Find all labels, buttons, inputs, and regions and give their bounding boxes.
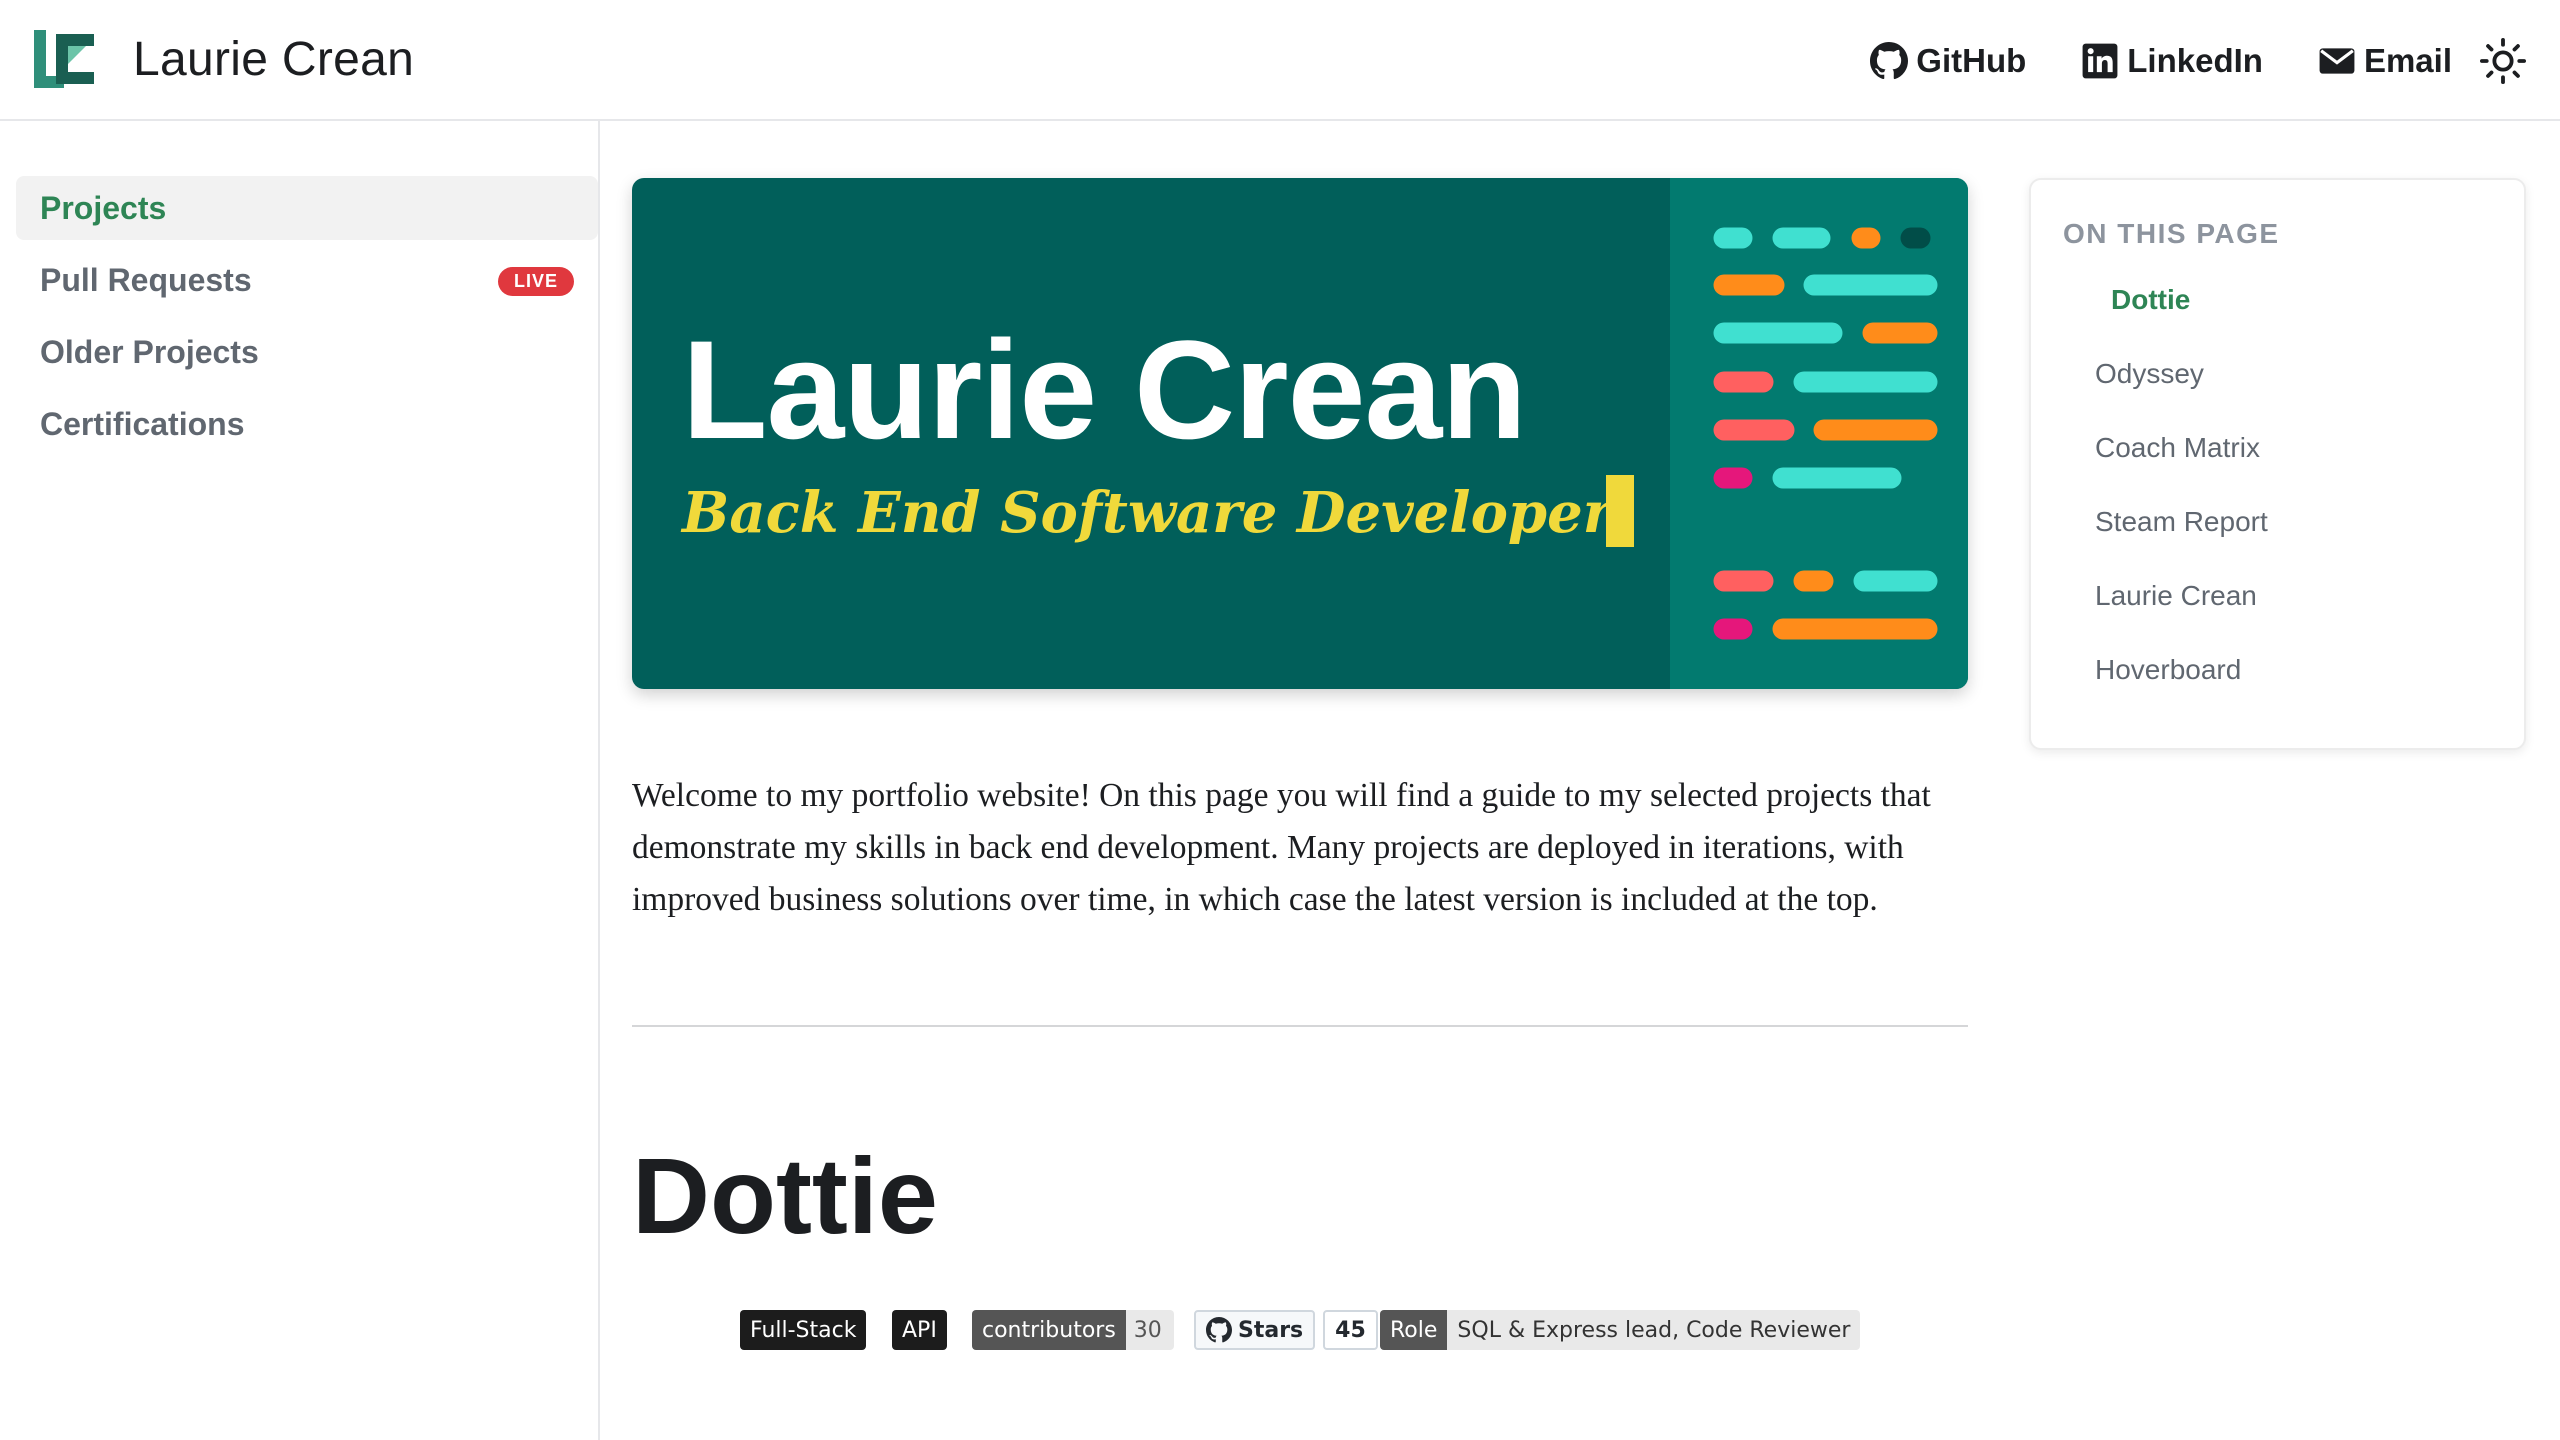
hero-role-text: Back End Software Developer xyxy=(682,480,1613,546)
contributors-count: 30 xyxy=(1125,1310,1174,1350)
linkedin-icon xyxy=(2082,43,2118,78)
badge-full-stack-label: Full-Stack xyxy=(740,1310,867,1350)
toc-item-steam-report[interactable]: Steam Report xyxy=(2095,506,2268,538)
stars-count: 45 xyxy=(1323,1310,1378,1350)
code-lines-illustration xyxy=(1713,227,1938,640)
toc-item-coach-matrix[interactable]: Coach Matrix xyxy=(2095,432,2260,464)
role-label: Role xyxy=(1380,1310,1448,1350)
stars-label: Stars xyxy=(1238,1317,1304,1343)
live-badge: LIVE xyxy=(497,267,574,296)
github-link[interactable]: GitHub xyxy=(1870,41,2027,80)
toc-heading: ON THIS PAGE xyxy=(2063,218,2280,249)
toc-item-dottie[interactable]: Dottie xyxy=(2111,284,2190,316)
github-icon xyxy=(1206,1317,1232,1343)
stars-button: Stars xyxy=(1194,1310,1316,1350)
linkedin-label: LinkedIn xyxy=(2127,41,2263,79)
badge-contributors[interactable]: contributors 30 xyxy=(972,1310,1174,1350)
typing-cursor xyxy=(1606,475,1635,548)
hero-name: Laurie Crean xyxy=(682,311,1527,468)
email-link[interactable]: Email xyxy=(2318,42,2452,80)
site-title[interactable]: Laurie Crean xyxy=(133,32,414,87)
divider xyxy=(632,1025,1968,1027)
sidebar-item-projects[interactable]: Projects xyxy=(16,176,598,240)
hero-banner: Laurie Crean Back End Software Developer xyxy=(632,178,1968,689)
badge-api[interactable]: API xyxy=(892,1310,947,1350)
github-label: GitHub xyxy=(1916,41,2027,79)
toc-item-laurie-crean[interactable]: Laurie Crean xyxy=(2095,580,2257,612)
site-logo[interactable] xyxy=(34,30,94,88)
sidebar-item-label: Pull Requests xyxy=(40,261,252,298)
toc-item-odyssey[interactable]: Odyssey xyxy=(2095,358,2204,390)
badge-role[interactable]: Role SQL & Express lead, Code Reviewer xyxy=(1380,1310,1861,1350)
code-panel xyxy=(1670,178,1968,689)
sidebar-item-label: Certifications xyxy=(40,405,245,442)
badge-github-stars[interactable]: Stars 45 xyxy=(1194,1310,1378,1350)
hero-role: Back End Software Developer xyxy=(682,475,1635,553)
sidebar-item-older-projects[interactable]: Older Projects xyxy=(16,320,598,384)
navbar: Laurie Crean GitHub LinkedIn Email xyxy=(0,0,2560,121)
sun-icon[interactable] xyxy=(2480,38,2526,84)
sidebar: Projects Pull Requests LIVE Older Projec… xyxy=(0,121,600,1440)
badge-full-stack[interactable]: Full-Stack xyxy=(740,1310,867,1350)
toc-item-hoverboard[interactable]: Hoverboard xyxy=(2095,654,2241,686)
project-title: Dottie xyxy=(632,1135,938,1256)
role-value: SQL & Express lead, Code Reviewer xyxy=(1447,1310,1861,1350)
github-icon xyxy=(1870,41,1909,79)
sidebar-item-label: Older Projects xyxy=(40,333,259,370)
envelope-icon xyxy=(2319,47,2355,74)
sidebar-item-pull-requests[interactable]: Pull Requests LIVE xyxy=(16,248,598,312)
badge-api-label: API xyxy=(892,1310,947,1350)
table-of-contents: ON THIS PAGE Dottie Odyssey Coach Matrix… xyxy=(2029,178,2526,750)
intro-paragraph: Welcome to my portfolio website! On this… xyxy=(632,777,1931,918)
linkedin-link[interactable]: LinkedIn xyxy=(2081,42,2263,80)
sidebar-item-certifications[interactable]: Certifications xyxy=(16,392,598,456)
contributors-label: contributors xyxy=(972,1310,1126,1350)
email-label: Email xyxy=(2363,41,2452,79)
sidebar-item-label: Projects xyxy=(40,189,167,226)
